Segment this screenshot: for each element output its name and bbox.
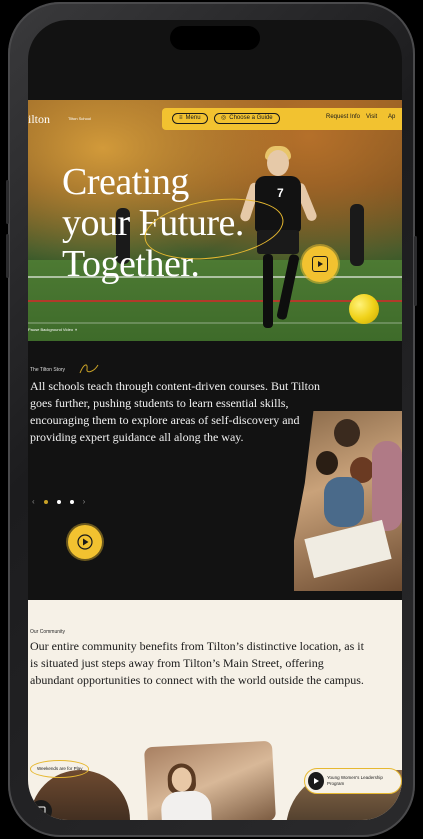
chat-button[interactable]: [30, 800, 52, 820]
request-info-link[interactable]: Request Info: [326, 114, 360, 120]
menu-label: Menu: [185, 115, 201, 121]
field-line: [28, 322, 402, 324]
background-player: [350, 204, 364, 266]
choose-guide-button[interactable]: ◎ Choose a Guide: [214, 113, 280, 124]
guide-label: Choose a Guide: [229, 115, 273, 121]
carousel-dot[interactable]: [69, 499, 74, 504]
phone-screen: 7 ilton Tilton School ≡ Menu ◎ Choose a …: [28, 20, 402, 820]
visit-link[interactable]: Visit: [366, 114, 377, 120]
pause-icon: ⏸: [75, 327, 78, 332]
top-navigation: ilton Tilton School ≡ Menu ◎ Choose a Gu…: [28, 108, 402, 130]
soccer-ball: [349, 294, 379, 324]
carousel-prev-button[interactable]: ‹: [32, 497, 35, 506]
squiggle-icon: [79, 364, 99, 374]
tilton-story-section: The Tilton Story All schools teach throu…: [28, 341, 402, 591]
story-eyebrow: The Tilton Story: [30, 367, 66, 373]
play-icon: [312, 256, 328, 272]
leadership-label: Young Women's Leadership Program: [326, 775, 383, 786]
community-section: Our Community Our entire community benef…: [28, 600, 402, 820]
pause-video-control[interactable]: Pause Background Video ⏸: [28, 327, 77, 332]
dynamic-island: [170, 26, 260, 50]
story-body: All schools teach through content-driven…: [30, 379, 320, 444]
carousel-dot[interactable]: [43, 499, 48, 504]
menu-icon: ≡: [179, 115, 183, 121]
pause-label: Pause Background Video: [28, 327, 74, 332]
volume-up-button: [6, 180, 9, 224]
chat-icon: [36, 806, 46, 815]
leadership-program-button[interactable]: Young Women's Leadership Program: [304, 768, 402, 794]
story-carousel-controls: ‹ ›: [32, 497, 85, 506]
carousel-dot[interactable]: [56, 499, 61, 504]
community-body: Our entire community benefits from Tilto…: [30, 639, 364, 687]
brand-logo[interactable]: ilton: [28, 112, 50, 127]
play-icon: [308, 772, 324, 790]
volume-down-button: [6, 234, 9, 278]
power-button: [414, 236, 417, 306]
play-icon: [77, 534, 93, 550]
player-number: 7: [277, 186, 284, 200]
weekends-label: Weekends are for Play: [30, 760, 90, 778]
students-photo: [294, 411, 402, 591]
headline-line-1: Creating: [62, 161, 189, 203]
track-line: [28, 300, 402, 302]
guide-icon: ◎: [221, 115, 227, 121]
featured-photo-card[interactable]: [143, 740, 277, 820]
story-play-badge[interactable]: [68, 525, 102, 559]
carousel-next-button[interactable]: ›: [83, 497, 86, 506]
community-eyebrow: Our Community: [30, 629, 66, 635]
brand-subtitle: Tilton School: [68, 116, 91, 121]
nav-bar: ≡ Menu ◎ Choose a Guide Request Info Vis…: [162, 108, 402, 130]
play-video-button[interactable]: [302, 246, 338, 282]
menu-button[interactable]: ≡ Menu: [172, 113, 208, 124]
hero-section: 7 ilton Tilton School ≡ Menu ◎ Choose a …: [28, 100, 402, 341]
apply-link[interactable]: Ap: [388, 114, 395, 120]
